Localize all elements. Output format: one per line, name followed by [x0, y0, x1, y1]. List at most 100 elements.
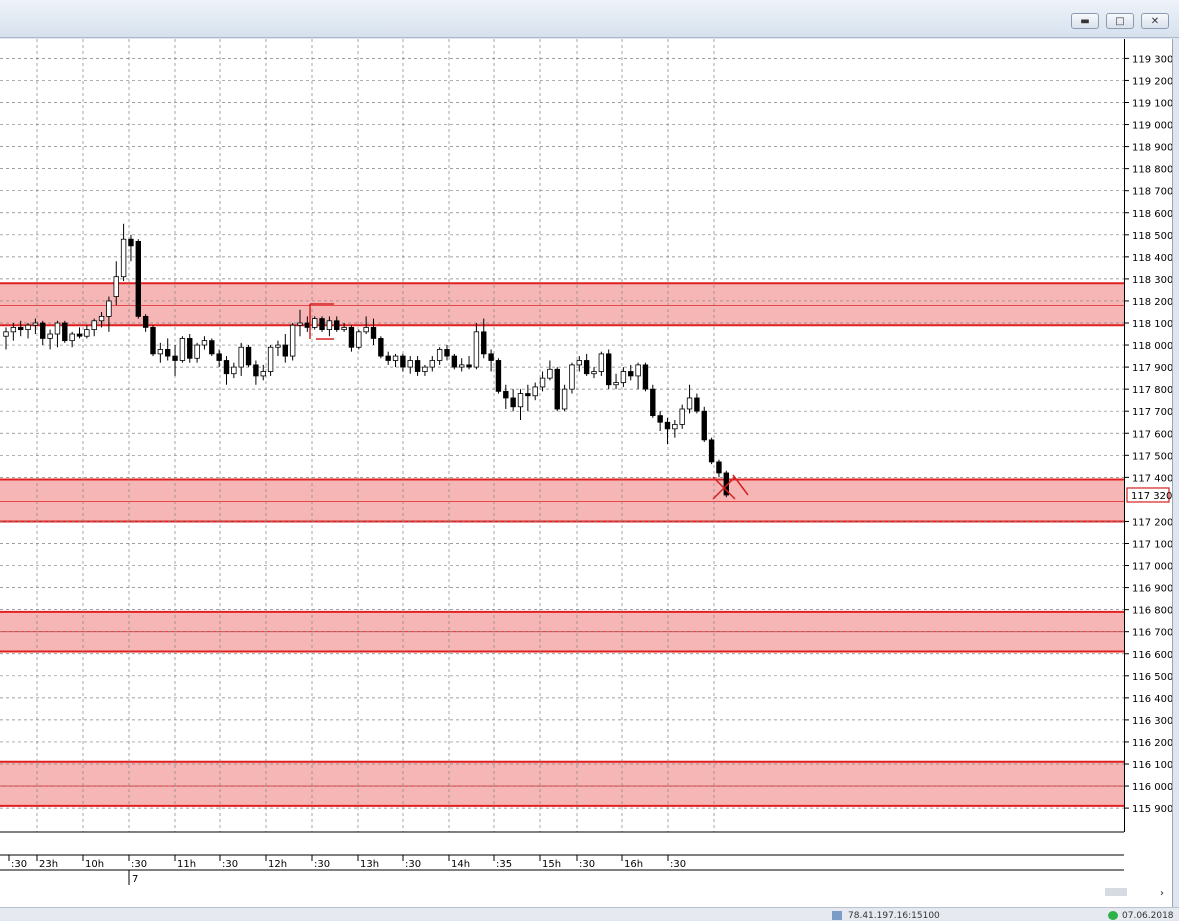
candle-bull	[436, 349, 443, 361]
price-tick-label: 117 600	[1132, 429, 1172, 440]
candle-bear	[209, 340, 215, 355]
date-label: 7	[132, 874, 138, 885]
time-tick-label: :30	[314, 859, 330, 870]
price-tick-label: 118 300	[1132, 275, 1172, 286]
scrollbar-thumb[interactable]	[1105, 888, 1127, 896]
price-tick-label: 119 000	[1132, 121, 1172, 132]
candle-bull	[591, 371, 597, 375]
candle-bear	[657, 415, 663, 423]
candle-bull	[539, 377, 546, 388]
candle-bear	[150, 327, 156, 355]
price-tick-label: 116 500	[1132, 672, 1172, 683]
candle-bull	[569, 364, 575, 390]
candle-bear	[378, 338, 384, 357]
zone-3	[0, 761, 1124, 806]
candle-bull	[356, 331, 362, 348]
current-price-label: 117 320	[1131, 491, 1172, 502]
candle-bull	[25, 324, 31, 331]
candle-bear	[503, 390, 509, 399]
candle-bull	[407, 360, 413, 368]
time-tick-label: :30	[11, 859, 27, 870]
candle-bear	[481, 331, 487, 355]
candle-bear	[583, 360, 590, 375]
candle-bear	[187, 338, 193, 359]
candle-bull	[392, 355, 399, 361]
chart-window[interactable]: 119 300 119 200 119 100 119 000 118 900 118 8…	[0, 39, 1173, 907]
candle-bear	[708, 439, 715, 463]
candle-bull	[613, 382, 619, 386]
status-bar: 78.41.197.16:15100 07.06.2018	[0, 907, 1179, 921]
time-tick-label: 13h	[360, 859, 379, 870]
price-tick-label: 117 800	[1132, 385, 1172, 396]
price-tick-label: 118 800	[1132, 165, 1172, 176]
candle-bull	[267, 346, 274, 372]
maximize-button[interactable]: □	[1106, 13, 1134, 29]
price-tick-label: 117 700	[1132, 407, 1172, 418]
price-tick-label: 118 200	[1132, 297, 1172, 308]
time-tick-label: :30	[405, 859, 421, 870]
candle-bear	[216, 353, 222, 361]
scroll-right-icon[interactable]: ›	[1160, 888, 1164, 899]
minimize-button[interactable]: ▬	[1071, 13, 1099, 29]
candle-bull	[326, 320, 333, 331]
candle-bull	[120, 238, 127, 278]
time-tick-label: 23h	[39, 859, 58, 870]
candle-bull	[598, 353, 605, 372]
time-tick-label: 14h	[451, 859, 470, 870]
candle-bear	[495, 360, 502, 392]
candle-bear	[701, 410, 707, 441]
candle-bear	[451, 355, 458, 368]
candle-bull	[576, 360, 582, 366]
candle-bull	[10, 327, 17, 333]
price-tick-label: 117 100	[1132, 540, 1172, 551]
candle-bear	[488, 353, 494, 361]
price-tick-label: 116 700	[1132, 628, 1172, 639]
candle-bull	[620, 371, 627, 383]
candle-bear	[664, 421, 671, 430]
time-tick-label: :30	[670, 859, 686, 870]
candle-bull	[429, 360, 435, 368]
connection-text: 78.41.197.16:15100	[848, 911, 940, 921]
candle-bear	[245, 346, 252, 366]
time-tick-label: 15h	[542, 859, 561, 870]
time-tick-label: :30	[579, 859, 595, 870]
candle-bear	[76, 333, 83, 337]
price-tick-label: 116 000	[1132, 782, 1172, 793]
candle-bear	[642, 364, 649, 390]
candlestick-chart[interactable]: 119 300 119 200 119 100 119 000 118 900 118 8…	[0, 39, 1173, 907]
candle-bull	[157, 349, 164, 355]
price-tick-label: 116 200	[1132, 738, 1172, 749]
candle-bull	[3, 331, 9, 337]
price-tick-label: 118 400	[1132, 253, 1172, 264]
candle-bear	[253, 364, 259, 377]
price-tick-label: 116 900	[1132, 584, 1172, 595]
zone-0	[0, 283, 1124, 326]
time-tick-label: :30	[131, 859, 147, 870]
candle-bear	[135, 241, 141, 317]
time-tick-label: :30	[222, 859, 238, 870]
price-tick-label: 118 900	[1132, 143, 1172, 154]
price-tick-label: 115 900	[1132, 804, 1172, 815]
candle-bull	[422, 366, 428, 372]
candle-bear	[400, 355, 406, 368]
price-tick-label: 116 800	[1132, 606, 1172, 617]
candle-bull	[672, 424, 678, 430]
candle-bull	[679, 408, 685, 425]
candle-bear	[282, 344, 288, 357]
close-button[interactable]: ✕	[1141, 13, 1169, 29]
candle-bull	[686, 397, 693, 410]
candle-bear	[164, 349, 171, 357]
candle-bear	[334, 320, 340, 331]
candle-bull	[238, 346, 244, 368]
price-tick-label: 116 100	[1132, 760, 1172, 771]
candle-bear	[319, 318, 325, 331]
price-tick-label: 119 100	[1132, 99, 1172, 110]
candle-bull	[458, 364, 465, 368]
price-tick-label: 118 700	[1132, 187, 1172, 198]
candle-bear	[385, 355, 391, 361]
candle-bull	[231, 366, 237, 375]
candle-bear	[444, 349, 450, 357]
candle-bull	[635, 364, 641, 377]
candle-bear	[606, 353, 612, 386]
candle-bull	[341, 327, 347, 331]
